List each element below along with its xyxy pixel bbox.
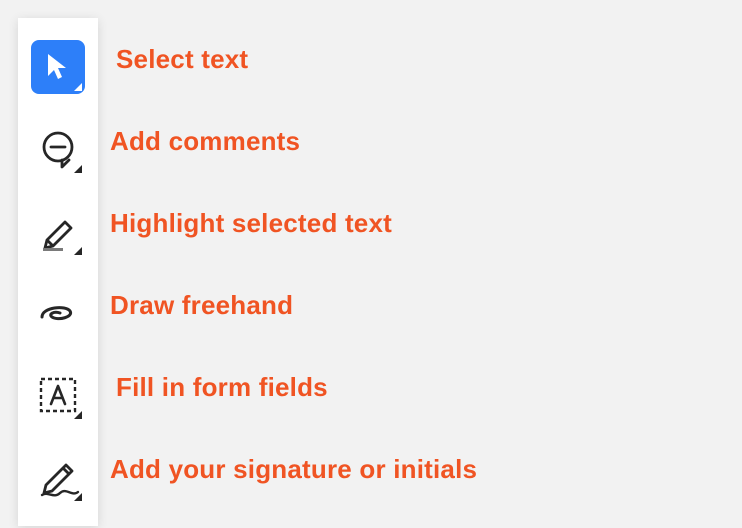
- add-comments-button[interactable]: [31, 122, 85, 176]
- fill-form-button[interactable]: [31, 368, 85, 422]
- submenu-indicator-icon: [74, 165, 82, 173]
- add-comments-label: Add comments: [110, 100, 477, 182]
- signature-button[interactable]: [31, 450, 85, 504]
- submenu-indicator-icon: [74, 83, 82, 91]
- submenu-indicator-icon: [74, 247, 82, 255]
- draw-freehand-label: Draw freehand: [110, 264, 477, 346]
- highlight-button[interactable]: [31, 204, 85, 258]
- fill-form-label: Fill in form fields: [110, 346, 477, 428]
- select-text-button[interactable]: [31, 40, 85, 94]
- submenu-indicator-icon: [74, 411, 82, 419]
- cursor-icon: [45, 52, 71, 82]
- draw-freehand-button[interactable]: [31, 286, 85, 340]
- highlight-label: Highlight selected text: [110, 182, 477, 264]
- freehand-icon: [36, 299, 80, 327]
- select-text-label: Select text: [110, 18, 477, 100]
- highlighter-icon: [37, 210, 79, 252]
- signature-label: Add your signature or initials: [110, 428, 477, 510]
- textbox-icon: [38, 376, 78, 414]
- submenu-indicator-icon: [74, 493, 82, 501]
- signature-icon: [36, 457, 80, 497]
- tool-labels-column: Select text Add comments Highlight selec…: [110, 18, 477, 510]
- comment-icon: [38, 129, 78, 169]
- annotation-toolbar: [18, 18, 98, 526]
